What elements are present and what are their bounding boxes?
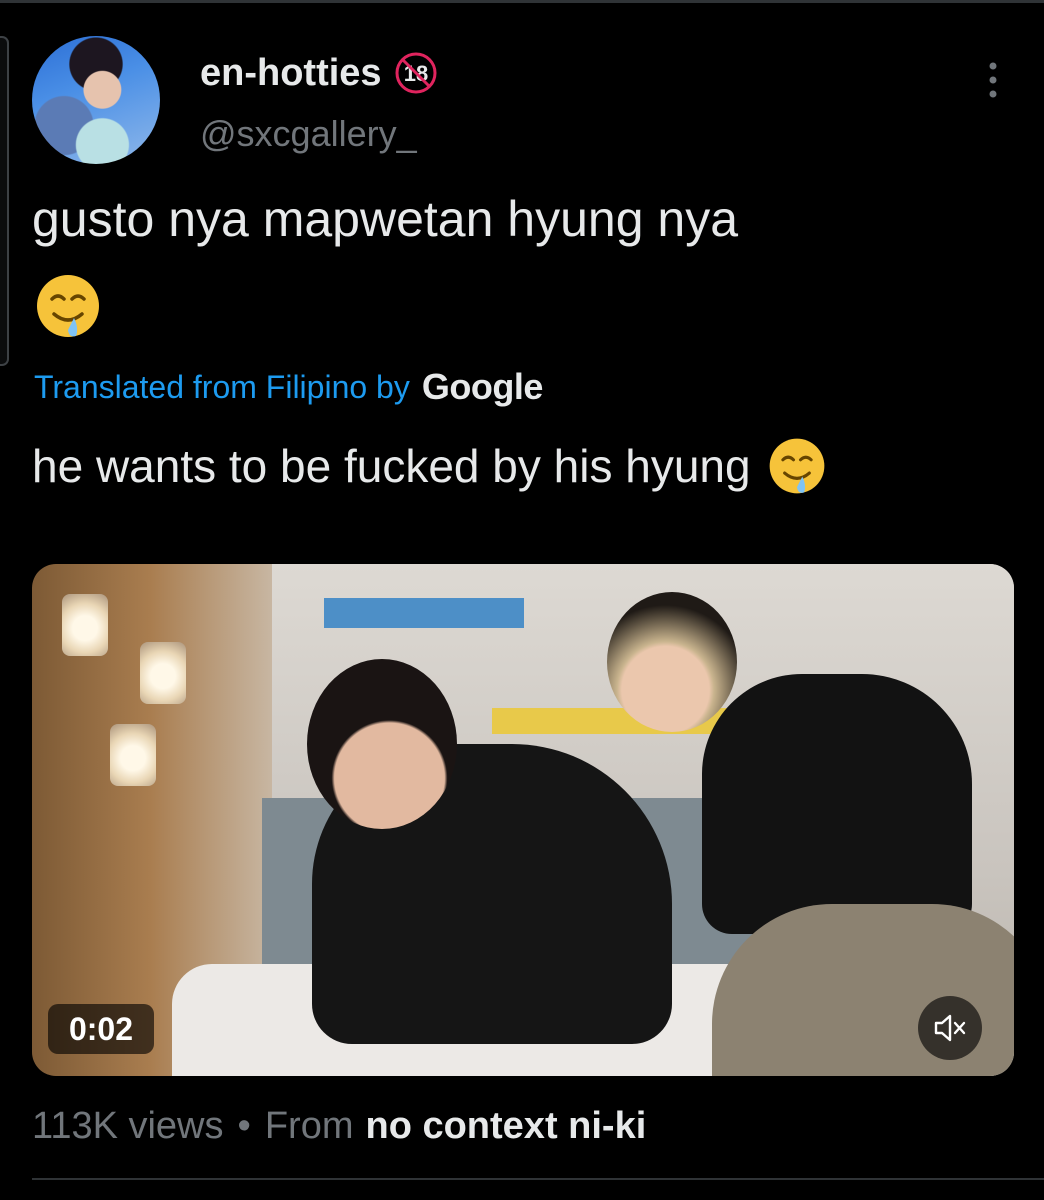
lamp-light	[62, 594, 108, 656]
drooling-face-icon	[37, 275, 99, 337]
drooling-face-icon	[769, 438, 824, 494]
more-options-icon[interactable]	[980, 60, 1006, 100]
translated-text: he wants to be fucked by his hyung	[32, 440, 751, 492]
video-duration-badge: 0:02	[48, 1004, 154, 1054]
lamp-light	[110, 724, 156, 786]
tweet-text: gusto nya mapwetan hyung nya	[32, 191, 739, 247]
translated-text-row: he wants to be fucked by his hyung	[32, 436, 827, 496]
video-thumbnail-person	[702, 674, 972, 934]
speaker-muted-icon	[934, 1014, 966, 1042]
display-name[interactable]: en-hotties	[200, 50, 382, 96]
video-player[interactable]: 0:02	[32, 564, 1014, 1076]
scrollbar-thumb[interactable]	[0, 36, 9, 366]
video-thumbnail-person-head	[307, 659, 457, 829]
view-count: 113K views	[32, 1105, 224, 1147]
lamp-light	[140, 642, 186, 704]
mute-button[interactable]	[918, 996, 982, 1060]
author-name-row: en-hotties 18	[200, 50, 438, 96]
tweet-meta: 113K views • From no context ni-ki	[32, 1102, 646, 1150]
google-logo: Google	[421, 366, 544, 407]
source-account-link[interactable]: no context ni-ki	[365, 1102, 646, 1150]
video-thumbnail-person-head	[607, 592, 737, 732]
top-divider	[0, 0, 1044, 3]
from-label: From	[264, 1105, 354, 1147]
age-restricted-18-icon: 18	[395, 52, 437, 94]
meta-separator: •	[237, 1105, 251, 1147]
translation-attribution[interactable]: Translated from Filipino by Google	[34, 366, 543, 408]
translated-label[interactable]: Translated from Filipino by	[34, 366, 410, 408]
avatar[interactable]	[32, 36, 160, 164]
video-thumbnail-decor	[324, 598, 524, 628]
author-handle[interactable]: @sxcgallery_	[200, 112, 417, 156]
bottom-divider	[32, 1178, 1044, 1180]
